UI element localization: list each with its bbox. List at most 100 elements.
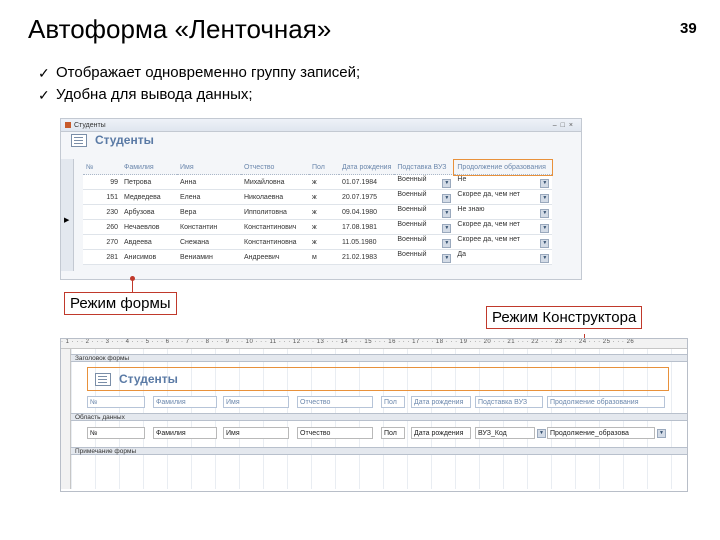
table-cell[interactable]: Да ▼	[454, 249, 553, 265]
table-cell[interactable]: 17.08.1981	[339, 219, 395, 235]
table-cell[interactable]: 260	[83, 219, 121, 235]
cell-value: Вениамин	[180, 253, 213, 261]
table-cell[interactable]: Ипполитовна	[241, 204, 309, 220]
table-cell[interactable]: ж	[309, 189, 339, 205]
table-cell[interactable]: Не ▼	[454, 174, 553, 190]
table-cell[interactable]: 270	[83, 234, 121, 250]
cell-value: Скорее да, чем нет	[457, 236, 521, 243]
table-cell[interactable]: Андреевич	[241, 249, 309, 265]
design-field[interactable]: Продолжение_образова	[547, 427, 655, 439]
design-field[interactable]: Пол	[381, 427, 405, 439]
table-cell[interactable]: Николаевна	[241, 189, 309, 205]
design-label[interactable]: №	[87, 396, 145, 408]
chevron-down-icon[interactable]: ▼	[540, 209, 550, 218]
table-cell[interactable]: 230	[83, 204, 121, 220]
table-cell[interactable]: Военный ▼	[394, 174, 455, 190]
column-header: №	[83, 160, 121, 175]
table-cell[interactable]: ж	[309, 204, 339, 220]
chevron-down-icon[interactable]: ▼	[442, 239, 452, 248]
table-cell[interactable]: Вениамин	[177, 249, 241, 265]
table-cell[interactable]: 01.07.1984	[339, 174, 395, 190]
chevron-down-icon[interactable]: ▼	[442, 179, 452, 188]
design-label[interactable]: Подставка ВУЗ	[475, 396, 543, 408]
table-cell[interactable]: Михайловна	[241, 174, 309, 190]
cell-value: 17.08.1981	[342, 223, 378, 231]
design-label[interactable]: Продолжение образования	[547, 396, 665, 408]
table-cell[interactable]: ж	[309, 219, 339, 235]
table-cell[interactable]: Скорее да, чем нет ▼	[454, 219, 553, 235]
table-cell[interactable]: Военный ▼	[394, 189, 455, 205]
table-cell[interactable]: Константин	[177, 219, 241, 235]
column-header: Имя	[177, 160, 241, 175]
chevron-down-icon[interactable]: ▼	[540, 224, 550, 233]
footer-section-bar[interactable]: Примечание формы	[71, 447, 687, 455]
design-label[interactable]: Дата рождения	[411, 396, 471, 408]
table-cell[interactable]: 21.02.1983	[339, 249, 395, 265]
design-field[interactable]: Имя	[223, 427, 289, 439]
table-cell[interactable]: Снежана	[177, 234, 241, 250]
table-cell[interactable]: 151	[83, 189, 121, 205]
window-controls[interactable]: –□×	[553, 122, 577, 129]
chevron-down-icon[interactable]: ▼	[657, 429, 666, 438]
table-cell[interactable]: Арбузова	[121, 204, 177, 220]
detail-section-bar[interactable]: Область данных	[71, 413, 687, 421]
table-row[interactable]: 151 Медведева Елена Николаевна ж 20.07.1975 Во…	[83, 189, 553, 205]
table-cell[interactable]: Военный ▼	[394, 249, 455, 265]
table-cell[interactable]: 11.05.1980	[339, 234, 395, 250]
table-cell[interactable]: Скорее да, чем нет ▼	[454, 189, 553, 205]
design-label[interactable]: Имя	[223, 396, 289, 408]
table-cell[interactable]: Медведева	[121, 189, 177, 205]
design-field[interactable]: Фамилия	[153, 427, 217, 439]
table-cell[interactable]: ж	[309, 234, 339, 250]
table-cell[interactable]: Константиновна	[241, 234, 309, 250]
design-field[interactable]: Отчество	[297, 427, 373, 439]
table-cell[interactable]: Петрова	[121, 174, 177, 190]
table-row[interactable]: 230 Арбузова Вера Ипполитовна ж 09.04.1980 Вое…	[83, 204, 553, 220]
table-cell[interactable]: Анна	[177, 174, 241, 190]
design-label[interactable]: Отчество	[297, 396, 373, 408]
table-cell[interactable]: 281	[83, 249, 121, 265]
table-cell[interactable]: 09.04.1980	[339, 204, 395, 220]
design-label[interactable]: Пол	[381, 396, 405, 408]
table-row[interactable]: 260 Нечаевлов Константин Константинович ж 17.…	[83, 219, 553, 235]
design-label[interactable]: Фамилия	[153, 396, 217, 408]
table-cell[interactable]: 99	[83, 174, 121, 190]
table-cell[interactable]: ж	[309, 174, 339, 190]
table-cell[interactable]: Военный ▼	[394, 204, 455, 220]
design-field[interactable]: Дата рождения	[411, 427, 471, 439]
chevron-down-icon[interactable]: ▼	[442, 209, 452, 218]
cell-value: ж	[312, 178, 317, 186]
table-cell[interactable]: Военный ▼	[394, 219, 455, 235]
table-cell[interactable]: Константинович	[241, 219, 309, 235]
table-cell[interactable]: м	[309, 249, 339, 265]
document-tab[interactable]: Студенты	[74, 122, 106, 129]
chevron-down-icon[interactable]: ▼	[442, 254, 452, 263]
cell-value: 21.02.1983	[342, 253, 378, 261]
design-title-label[interactable]: Студенты	[119, 372, 178, 386]
table-cell[interactable]: Вера	[177, 204, 241, 220]
design-field[interactable]: №	[87, 427, 145, 439]
chevron-down-icon[interactable]: ▼	[540, 194, 550, 203]
chevron-down-icon[interactable]: ▼	[442, 224, 452, 233]
table-row[interactable]: 270 Авдеева Снежана Константиновна ж 11.05.19…	[83, 234, 553, 250]
chevron-down-icon[interactable]: ▼	[442, 194, 452, 203]
table-cell[interactable]: Не знаю ▼	[454, 204, 553, 220]
chevron-down-icon[interactable]: ▼	[540, 179, 550, 188]
record-selector-bar[interactable]: ▶	[61, 159, 74, 271]
table-cell[interactable]: Нечаевлов	[121, 219, 177, 235]
chevron-down-icon[interactable]: ▼	[540, 254, 550, 263]
design-field[interactable]: ВУЗ_Код	[475, 427, 535, 439]
chevron-down-icon[interactable]: ▼	[537, 429, 546, 438]
table-cell[interactable]: Авдеева	[121, 234, 177, 250]
table-cell[interactable]: Военный ▼	[394, 234, 455, 250]
table-cell[interactable]: Скорее да, чем нет ▼	[454, 234, 553, 250]
form-header-section-bar[interactable]: Заголовок формы	[71, 354, 687, 362]
table-row[interactable]: 99 Петрова Анна Михайловна ж 01.07.1984 Военны…	[83, 174, 553, 190]
chevron-down-icon[interactable]: ▼	[540, 239, 550, 248]
table-cell[interactable]: Елена	[177, 189, 241, 205]
table-row[interactable]: 281 Анисимов Вениамин Андреевич м 21.02.1983 В…	[83, 249, 553, 265]
cell-value: м	[312, 253, 317, 261]
section-label: Примечание формы	[75, 448, 137, 455]
table-cell[interactable]: Анисимов	[121, 249, 177, 265]
table-cell[interactable]: 20.07.1975	[339, 189, 395, 205]
